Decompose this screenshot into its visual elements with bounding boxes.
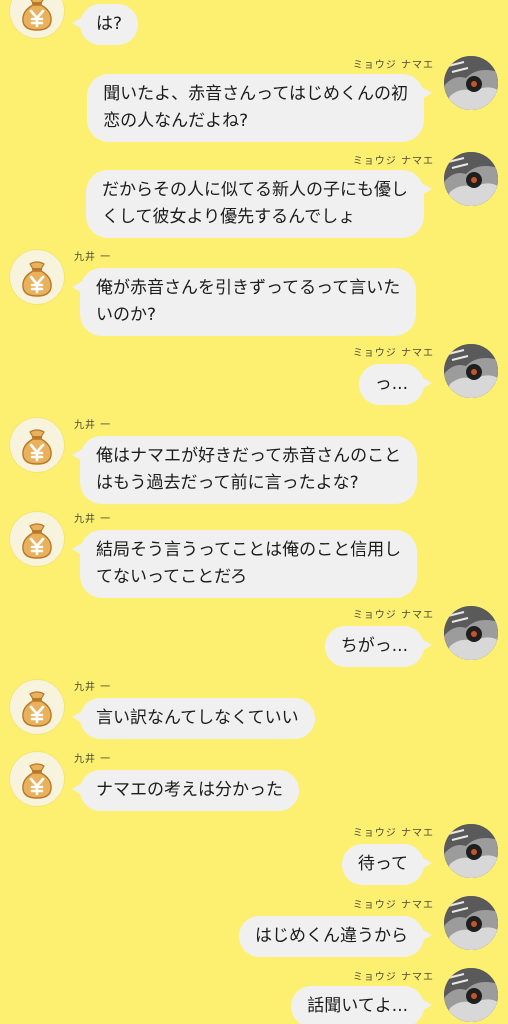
- sender-name: 九井 一: [74, 252, 112, 263]
- money-bag-yen-icon[interactable]: [10, 418, 64, 472]
- message-bubble[interactable]: はじめくん違うから: [239, 916, 432, 957]
- money-bag-yen-icon[interactable]: [10, 512, 64, 566]
- chat-screen[interactable]: は? ミョウジ ナマエ 聞いたよ、赤音さんってはじめくんの初 恋の人なんだよね?…: [0, 0, 508, 1024]
- message-bubble[interactable]: 俺が赤音さんを引きずってるって言いた いのか?: [71, 268, 417, 336]
- sender-name: 九井 一: [74, 682, 112, 693]
- sender-name: ミョウジ ナマエ: [352, 610, 434, 621]
- sender-name: ミョウジ ナマエ: [352, 972, 434, 983]
- sender-name: 九井 一: [74, 420, 112, 431]
- sender-name: ミョウジ ナマエ: [352, 348, 434, 359]
- message-bubble[interactable]: 言い訳なんてしなくていい: [72, 698, 315, 739]
- photo-avatar-icon[interactable]: [444, 56, 498, 110]
- message-bubble[interactable]: 話聞いてよ...: [291, 986, 432, 1024]
- photo-avatar-icon[interactable]: [444, 152, 498, 206]
- message-bubble[interactable]: 俺はナマエが好きだって赤音さんのこと はもう過去だって前に言ったよな?: [71, 436, 418, 504]
- money-bag-yen-icon[interactable]: [10, 680, 64, 734]
- message-bubble[interactable]: ちがっ...: [324, 626, 433, 667]
- sender-name: 九井 一: [74, 514, 112, 525]
- message-bubble[interactable]: は?: [71, 4, 139, 45]
- message-bubble[interactable]: ナマエの考えは分かった: [72, 770, 299, 811]
- photo-avatar-icon[interactable]: [444, 896, 498, 950]
- money-bag-yen-icon[interactable]: [10, 752, 64, 806]
- photo-avatar-icon[interactable]: [444, 344, 498, 398]
- message-bubble[interactable]: 結局そう言うってことは俺のこと信用し てないってことだろ: [71, 530, 418, 598]
- message-bubble[interactable]: っ...: [358, 364, 433, 405]
- sender-name: ミョウジ ナマエ: [352, 60, 434, 71]
- sender-name: 九井 一: [74, 754, 112, 765]
- sender-name: ミョウジ ナマエ: [352, 156, 434, 167]
- message-bubble[interactable]: 聞いたよ、赤音さんってはじめくんの初 恋の人なんだよね?: [87, 74, 432, 142]
- message-bubble[interactable]: だからその人に似てる新人の子にも優し くして彼女より優先するんでしょ: [86, 170, 432, 238]
- photo-avatar-icon[interactable]: [444, 606, 498, 660]
- photo-avatar-icon[interactable]: [444, 968, 498, 1022]
- photo-avatar-icon[interactable]: [444, 824, 498, 878]
- money-bag-yen-icon[interactable]: [10, 0, 64, 38]
- sender-name: ミョウジ ナマエ: [352, 900, 434, 911]
- message-bubble[interactable]: 待って: [341, 844, 433, 885]
- money-bag-yen-icon[interactable]: [10, 250, 64, 304]
- sender-name: ミョウジ ナマエ: [352, 828, 434, 839]
